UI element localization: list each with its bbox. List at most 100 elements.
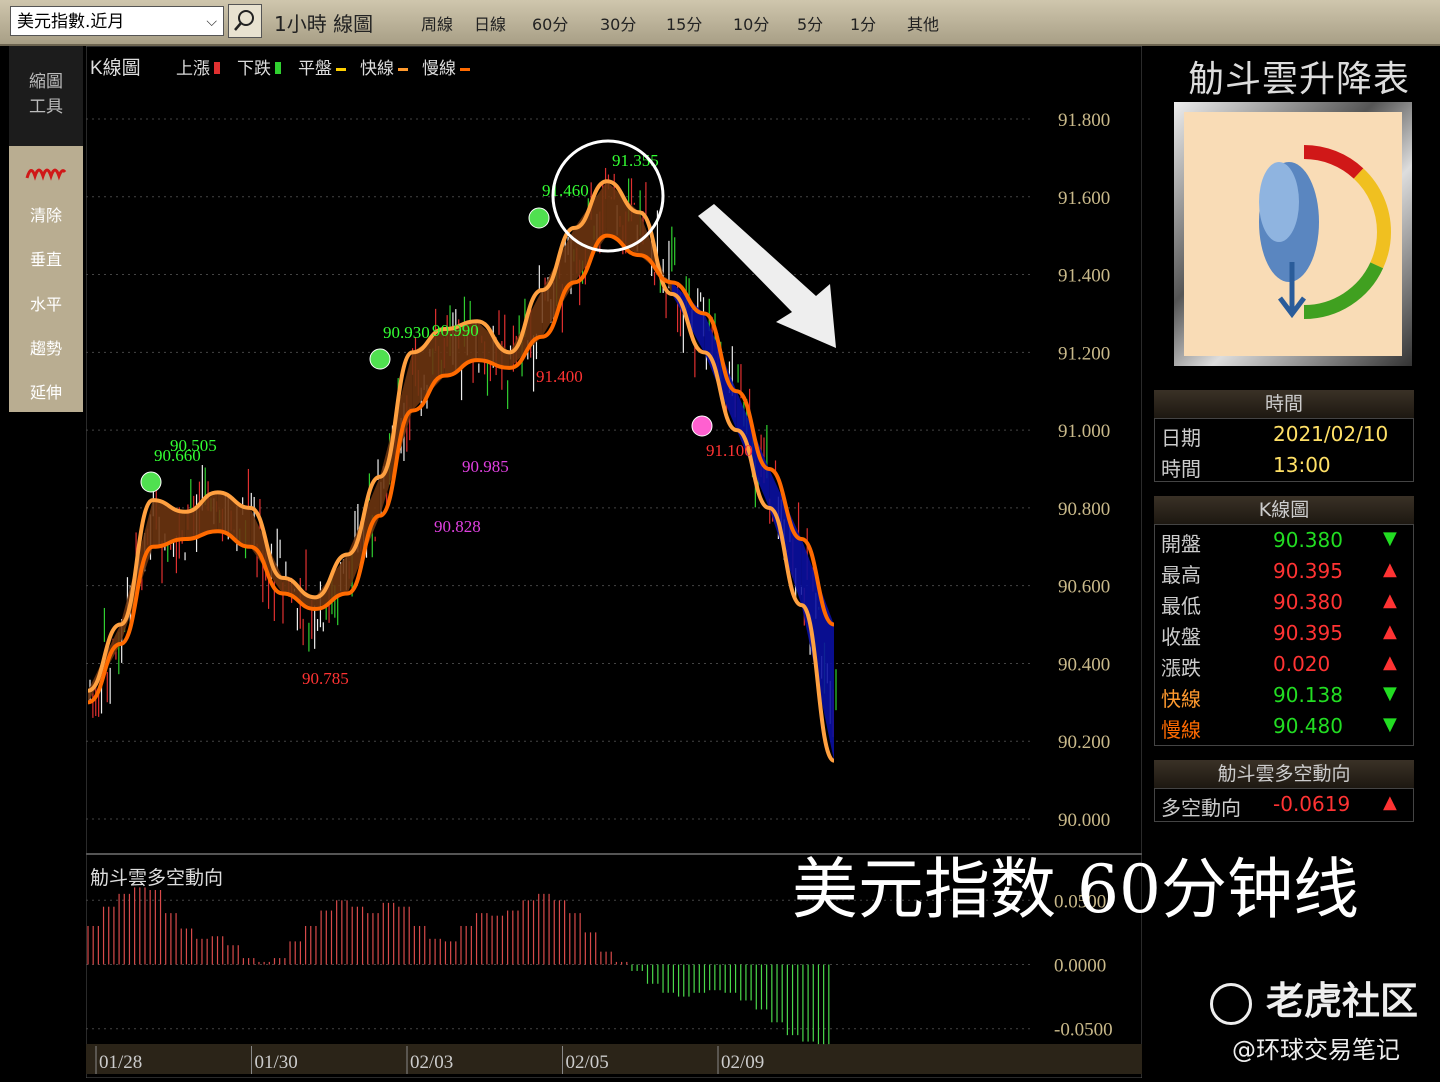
legend-swatch — [275, 62, 281, 74]
price-annotation: 90.828 — [434, 517, 481, 536]
search-button[interactable] — [228, 4, 262, 38]
legend-title: K線圖 — [90, 57, 141, 79]
tool-horizontal[interactable]: 水平 — [9, 291, 83, 315]
direction-arrow-icon: ▲ — [1383, 792, 1397, 813]
symbol-value: 美元指數.近月 — [17, 12, 125, 32]
time-section: 日期 2021/02/10 時間 13:00 — [1154, 418, 1414, 482]
kline-row-value: 90.395 — [1273, 559, 1343, 583]
toolbar: 美元指數.近月 ⌵ 1小時 線圖 周線 日線 60分 30分 15分 10分 5… — [0, 0, 1440, 46]
tool-trend[interactable]: 趨勢 — [9, 335, 83, 359]
price-annotation: 90.930 — [383, 323, 430, 342]
y-tick-label: 90.800 — [1058, 499, 1110, 520]
y-tick-label: 91.800 — [1058, 110, 1110, 131]
period-label: 1小時 線圖 — [274, 12, 374, 36]
price-annotation: 91.460 — [542, 181, 589, 200]
time-value: 13:00 — [1273, 453, 1331, 477]
tiger-logo-icon — [1210, 982, 1252, 1025]
y-tick-label: 91.600 — [1058, 188, 1110, 209]
watermark-handle: @环球交易笔记 — [1232, 1036, 1400, 1064]
tab-10min[interactable]: 10分 — [733, 11, 769, 35]
price-annotation: 90.505 — [170, 436, 217, 455]
direction-section-header: 觔斗雲多空動向 — [1154, 760, 1414, 788]
y-tick-label: 91.400 — [1058, 266, 1110, 287]
legend-item-label: 慢線 — [422, 58, 456, 78]
legend-item-label: 上漲 — [176, 59, 210, 78]
x-tick-label: 02/05 — [566, 1052, 609, 1073]
kline-section: 開盤 90.380 ▼ 最高 90.395 ▲ 最低 90.380 ▲ 收盤 90.395 ▲ 漲跌 0.… — [1154, 524, 1414, 746]
oscillator-title: 觔斗雲多空動向 — [90, 867, 223, 889]
kline-row-label: 漲跌 — [1161, 656, 1201, 680]
kline-row: 快線 90.138 ▼ — [1155, 680, 1413, 711]
signal-dot-icon — [528, 207, 550, 229]
tool-clear[interactable]: 清除 — [9, 202, 83, 226]
arrow-up-icon: ▲ — [1383, 652, 1397, 673]
tab-weekly[interactable]: 周線 — [421, 11, 453, 35]
direction-section: 多空動向 -0.0619 ▲ — [1154, 788, 1414, 822]
y-tick-label: 91.000 — [1058, 421, 1110, 442]
kline-row: 最低 90.380 ▲ — [1155, 587, 1413, 618]
tab-1min[interactable]: 1分 — [850, 11, 876, 35]
tab-other[interactable]: 其他 — [907, 11, 939, 35]
legend-swatch — [398, 68, 408, 71]
price-annotation: 91.100 — [706, 441, 753, 460]
kline-row-value: 90.480 — [1273, 714, 1343, 738]
watermark-brand-text: 老虎社区 — [1266, 979, 1419, 1023]
price-annotation: 90.985 — [462, 457, 509, 476]
x-tick-label: 01/30 — [255, 1052, 298, 1073]
kline-row-value: 90.138 — [1273, 683, 1343, 707]
kline-row: 慢線 90.480 ▼ — [1155, 711, 1413, 742]
date-value: 2021/02/10 — [1273, 422, 1389, 446]
direction-row: 多空動向 -0.0619 ▲ — [1155, 789, 1413, 820]
x-tick-label: 01/28 — [99, 1052, 142, 1073]
kline-row: 漲跌 0.020 ▲ — [1155, 649, 1413, 680]
x-tick-label: 02/09 — [721, 1052, 764, 1073]
kline-row-value: 90.380 — [1273, 590, 1343, 614]
tab-30min[interactable]: 30分 — [600, 11, 636, 35]
price-annotation: 90.785 — [302, 669, 349, 688]
kline-row-label: 收盤 — [1161, 625, 1201, 649]
date-row: 日期 2021/02/10 — [1155, 419, 1413, 450]
tool-head-line1: 縮圖 — [29, 72, 63, 92]
kline-row-label: 快線 — [1161, 687, 1201, 711]
time-section-header: 時間 — [1154, 390, 1414, 418]
cloud-gauge-logo — [1174, 102, 1412, 366]
direction-label: 多空動向 — [1161, 796, 1241, 820]
kline-section-header: K線圖 — [1154, 496, 1414, 524]
tab-5min[interactable]: 5分 — [797, 11, 823, 35]
kline-row-value: 90.380 — [1273, 528, 1343, 552]
tool-head-line2: 工具 — [29, 97, 63, 117]
y-tick-label: 90.400 — [1058, 654, 1110, 675]
draw-tool-icon[interactable] — [25, 160, 67, 182]
tool-extend[interactable]: 延伸 — [9, 379, 83, 403]
tool-panel-header[interactable]: 縮圖 工具 — [9, 46, 83, 146]
watermark-brand: 老虎社区 — [1210, 970, 1418, 1025]
symbol-select[interactable]: 美元指數.近月 ⌵ — [10, 6, 224, 36]
arrow-down-icon: ▼ — [1383, 683, 1397, 704]
legend-item-label: 快線 — [360, 59, 394, 78]
panel-title: 觔斗雲升降表 — [1188, 59, 1411, 100]
tab-daily[interactable]: 日線 — [474, 11, 506, 35]
signal-dot-icon — [140, 471, 162, 493]
tab-60min[interactable]: 60分 — [532, 11, 568, 35]
kline-row: 最高 90.395 ▲ — [1155, 556, 1413, 587]
time-row: 時間 13:00 — [1155, 450, 1413, 481]
right-panel: 觔斗雲升降表 時間 日期 2021/02/10 時間 13:00 K線圖 開盤 9… — [1150, 46, 1418, 846]
tool-vertical[interactable]: 垂直 — [9, 246, 83, 270]
y-tick-label: 90.600 — [1058, 577, 1110, 598]
tab-15min[interactable]: 15分 — [666, 11, 702, 35]
chevron-down-icon: ⌵ — [206, 14, 217, 30]
kline-row: 收盤 90.395 ▲ — [1155, 618, 1413, 649]
kline-row-label: 開盤 — [1161, 532, 1201, 556]
kline-row-label: 最高 — [1161, 563, 1201, 587]
osc-y-tick-label: -0.0500 — [1054, 1020, 1113, 1041]
legend-item-label: 下跌 — [237, 59, 271, 78]
kline-row: 開盤 90.380 ▼ — [1155, 525, 1413, 556]
drawing-tool-panel: 縮圖 工具 清除 垂直 水平 趨勢 延伸 — [9, 46, 83, 412]
y-tick-label: 91.200 — [1058, 343, 1110, 364]
kline-row-label: 最低 — [1161, 594, 1201, 618]
arrow-down-icon: ▼ — [1383, 528, 1397, 549]
legend-swatch — [214, 62, 220, 74]
arrow-down-icon: ▼ — [1383, 714, 1397, 735]
legend-swatch — [460, 68, 470, 71]
cloud-gauge-icon — [1259, 145, 1391, 319]
